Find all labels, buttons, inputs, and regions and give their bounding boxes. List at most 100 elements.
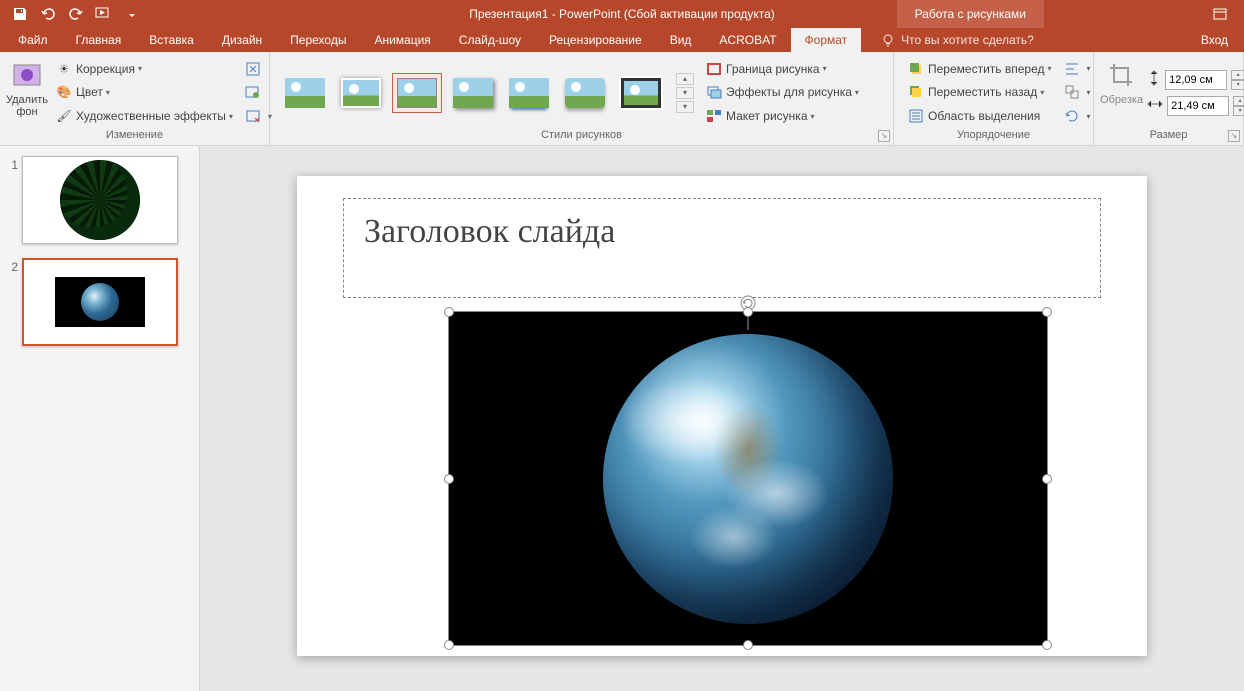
tell-me-search[interactable]: Что вы хотите сделать?	[881, 33, 1034, 47]
window-title: Презентация1 - PowerPoint (Сбой активаци…	[469, 7, 775, 21]
picture-effects-button[interactable]: Эффекты для рисунка▾	[702, 82, 863, 102]
tab-animation[interactable]: Анимация	[360, 28, 444, 52]
brush-icon: 🖌	[56, 108, 72, 124]
palette-icon: 🎨	[56, 84, 72, 100]
size-dialog-launcher[interactable]: ↘	[1228, 130, 1240, 142]
group-button[interactable]: ▾	[1060, 82, 1095, 102]
send-backward-button[interactable]: Переместить назад▾	[904, 82, 1056, 102]
ribbon-tabs: Файл Главная Вставка Дизайн Переходы Ани…	[0, 28, 1244, 52]
layout-icon	[706, 108, 722, 124]
arrange-group-label: Упорядочение	[900, 129, 1087, 143]
bring-forward-button[interactable]: Переместить вперед▾	[904, 59, 1056, 79]
thumb-2-content	[55, 277, 145, 327]
effects-icon	[706, 84, 722, 100]
align-button[interactable]: ▾	[1060, 59, 1095, 79]
earth-image	[603, 334, 893, 624]
crop-icon	[1106, 60, 1138, 92]
align-icon	[1064, 61, 1080, 77]
width-up[interactable]: ▴	[1233, 96, 1244, 106]
slide-number-1: 1	[6, 156, 22, 244]
tab-design[interactable]: Дизайн	[208, 28, 276, 52]
slide-number-2: 2	[6, 258, 22, 346]
gallery-up-button[interactable]: ▴	[676, 73, 694, 85]
styles-group-label: Стили рисунков	[276, 129, 887, 143]
save-button[interactable]	[8, 2, 32, 26]
ribbon-group-picture-styles: ▴ ▾ ▾ Граница рисунка▾ Эффекты для рисун…	[270, 52, 894, 145]
tab-home[interactable]: Главная	[62, 28, 136, 52]
artistic-effects-button[interactable]: 🖌Художественные эффекты▾	[52, 106, 237, 126]
redo-button[interactable]	[64, 2, 88, 26]
border-icon	[706, 61, 722, 77]
remove-background-icon	[11, 60, 43, 92]
style-item-3[interactable]	[392, 73, 442, 113]
style-item-5[interactable]	[504, 73, 554, 113]
slide-thumb-2[interactable]	[22, 258, 178, 346]
tab-view[interactable]: Вид	[656, 28, 706, 52]
height-down[interactable]: ▾	[1231, 80, 1244, 90]
resize-handle-bl[interactable]	[444, 640, 454, 650]
styles-dialog-launcher[interactable]: ↘	[878, 130, 890, 142]
slide-thumb-1[interactable]	[22, 156, 178, 244]
tell-me-placeholder: Что вы хотите сделать?	[901, 33, 1034, 47]
resize-handle-tl[interactable]	[444, 307, 454, 317]
ribbon-group-size: Обрезка ▴▾ ▴▾ Размер ↘	[1094, 52, 1244, 145]
title-text: Заголовок слайда	[364, 213, 1080, 251]
gallery-scroll: ▴ ▾ ▾	[676, 73, 694, 113]
tab-review[interactable]: Рецензирование	[535, 28, 656, 52]
selection-pane-icon	[908, 108, 924, 124]
undo-button[interactable]	[36, 2, 60, 26]
rotate-button[interactable]: ▾	[1060, 106, 1095, 126]
style-item-2[interactable]	[336, 73, 386, 113]
resize-handle-tr[interactable]	[1042, 307, 1052, 317]
slide-thumb-1-wrap: 1	[6, 156, 193, 244]
style-item-4[interactable]	[448, 73, 498, 113]
resize-handle-ml[interactable]	[444, 474, 454, 484]
sign-in-link[interactable]: Вход	[1189, 33, 1240, 47]
resize-handle-br[interactable]	[1042, 640, 1052, 650]
color-button[interactable]: 🎨Цвет▾	[52, 82, 237, 102]
picture-layout-button[interactable]: Макет рисунка▾	[702, 106, 863, 126]
width-input[interactable]	[1167, 96, 1229, 116]
corrections-button[interactable]: ☀Коррекция▾	[52, 59, 237, 79]
resize-handle-mr[interactable]	[1042, 474, 1052, 484]
tab-file[interactable]: Файл	[4, 28, 62, 52]
height-up[interactable]: ▴	[1231, 70, 1244, 80]
compress-icon	[245, 61, 261, 77]
lightbulb-icon	[881, 33, 895, 47]
start-from-beginning-button[interactable]	[92, 2, 116, 26]
slide-thumbnails-panel: 1 2	[0, 146, 200, 691]
thumb-1-content	[60, 160, 140, 240]
gallery-more-button[interactable]: ▾	[676, 101, 694, 113]
remove-background-button[interactable]: Удалить фон	[6, 56, 48, 129]
group-icon	[1064, 84, 1080, 100]
picture-styles-gallery[interactable]: ▴ ▾ ▾	[276, 56, 698, 129]
picture-border-button[interactable]: Граница рисунка▾	[702, 59, 863, 79]
title-placeholder[interactable]: Заголовок слайда	[343, 198, 1101, 298]
rotate-icon	[1064, 108, 1080, 124]
tab-insert[interactable]: Вставка	[135, 28, 208, 52]
height-input[interactable]	[1165, 70, 1227, 90]
slide[interactable]: Заголовок слайда	[297, 176, 1147, 656]
resize-handle-bc[interactable]	[743, 640, 753, 650]
tab-acrobat[interactable]: ACROBAT	[705, 28, 790, 52]
size-group-label: Размер	[1100, 129, 1237, 143]
ribbon-display-options-button[interactable]	[1200, 0, 1240, 28]
width-down[interactable]: ▾	[1233, 106, 1244, 116]
selected-picture[interactable]	[448, 311, 1048, 646]
gallery-down-button[interactable]: ▾	[676, 87, 694, 99]
slide-canvas-area[interactable]: Заголовок слайда	[200, 146, 1244, 691]
qat-more-button[interactable]	[120, 2, 144, 26]
tab-transitions[interactable]: Переходы	[276, 28, 360, 52]
tab-slideshow[interactable]: Слайд-шоу	[445, 28, 535, 52]
ribbon: Удалить фон ☀Коррекция▾ 🎨Цвет▾ 🖌Художест…	[0, 52, 1244, 146]
resize-handle-tc[interactable]	[743, 307, 753, 317]
selection-pane-button[interactable]: Область выделения	[904, 106, 1056, 126]
style-item-6[interactable]	[560, 73, 610, 113]
tab-format[interactable]: Формат	[791, 28, 862, 52]
width-icon	[1147, 97, 1163, 114]
crop-button[interactable]: Обрезка	[1100, 56, 1143, 129]
style-item-1[interactable]	[280, 73, 330, 113]
ribbon-group-adjust: Удалить фон ☀Коррекция▾ 🎨Цвет▾ 🖌Художест…	[0, 52, 270, 145]
slide-thumb-2-wrap: 2	[6, 258, 193, 346]
style-item-7[interactable]	[616, 73, 666, 113]
